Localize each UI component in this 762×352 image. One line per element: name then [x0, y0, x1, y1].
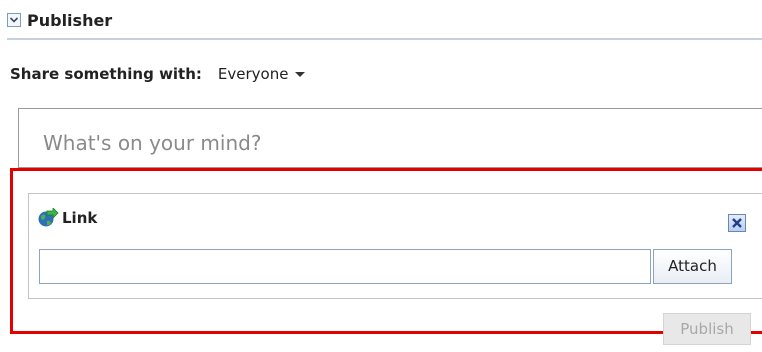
link-panel-title: Link	[62, 209, 98, 227]
publisher-panel: Publisher Share something with: Everyone…	[0, 0, 762, 352]
publisher-header: Publisher	[7, 7, 112, 33]
close-icon[interactable]	[728, 214, 746, 232]
link-attachment-panel: Link Attach	[28, 193, 762, 299]
attach-button[interactable]: Attach	[653, 249, 732, 284]
link-panel-header: Link	[37, 208, 97, 228]
share-audience-value: Everyone	[217, 65, 289, 83]
header-divider	[7, 38, 762, 40]
link-url-input[interactable]	[39, 249, 651, 284]
status-input[interactable]: What's on your mind?	[18, 108, 762, 168]
globe-link-icon	[38, 208, 59, 227]
share-row: Share something with: Everyone	[10, 62, 306, 86]
share-audience-dropdown[interactable]: Everyone	[218, 65, 306, 83]
chevron-down-icon[interactable]	[7, 13, 21, 27]
publish-button[interactable]: Publish	[663, 313, 751, 345]
caret-down-icon	[295, 71, 306, 77]
publisher-title: Publisher	[27, 10, 113, 30]
status-placeholder: What's on your mind?	[43, 131, 262, 155]
share-label: Share something with:	[10, 65, 202, 83]
